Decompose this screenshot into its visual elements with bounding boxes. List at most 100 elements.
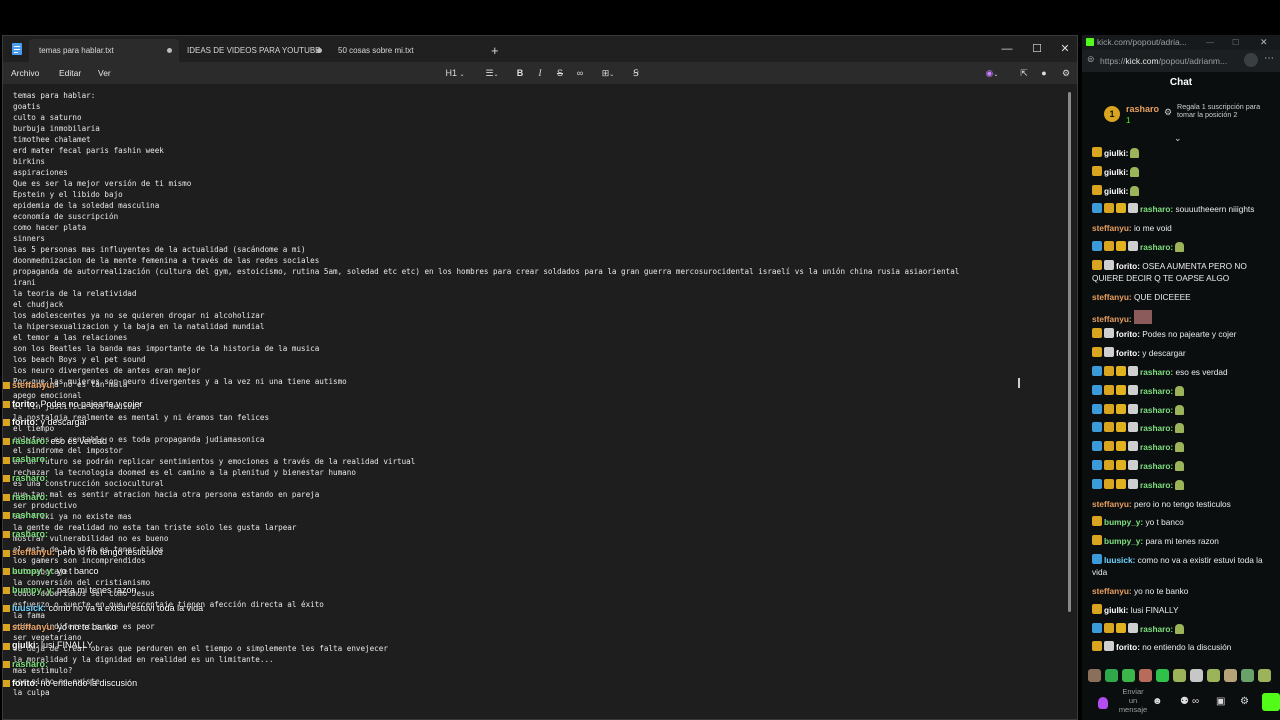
settings-gear-icon[interactable]: ⚙ [1240,696,1249,707]
quick-emote-icon[interactable] [1105,669,1118,682]
rank-badge: 1 [1104,106,1120,122]
quick-emote-icon[interactable] [1156,669,1169,682]
chat-username[interactable]: bumpy_y: [1104,536,1143,546]
chat-badge-icon [1092,622,1102,633]
overlay-chat-line: rasharo: eso es verdad [3,436,107,446]
minimize-button[interactable]: — [1206,35,1214,50]
chat-username[interactable]: steffanyu: [1092,499,1132,509]
chat-username[interactable]: luusick: [1104,555,1135,565]
tab-label: IDEAS DE VIDEOS PARA YOUTUBE [187,46,321,55]
overlay-username: steffanyu: [12,380,56,390]
chat-badge-icon [1092,422,1102,433]
chat-username[interactable]: rasharo: [1140,624,1173,634]
chat-username[interactable]: forito: [1116,329,1140,339]
close-button[interactable]: ✕ [1260,35,1268,50]
tab-ideas-de-videos[interactable]: IDEAS DE VIDEOS PARA YOUTUBE [179,39,329,62]
chat-username[interactable]: rasharo: [1140,367,1173,377]
chat-username[interactable]: rasharo: [1140,242,1173,252]
chat-username[interactable]: rasharo: [1140,461,1173,471]
menu-archivo[interactable]: Archivo [11,62,39,84]
editor-line: culto a saturno [13,113,82,122]
chat-username[interactable]: steffanyu: [1092,292,1132,302]
share-icon[interactable]: ⇱ [1017,65,1031,81]
table-dropdown[interactable]: ⊞⌄ [595,65,621,81]
quick-emote-icon[interactable] [1241,669,1254,682]
expand-chevron-icon[interactable]: ⌄ [1174,133,1182,144]
chat-user-avatar-icon[interactable] [1098,697,1108,709]
chat-username[interactable]: rasharo: [1140,386,1173,396]
chat-username[interactable]: forito: [1116,348,1140,358]
gift-prompt[interactable]: Regala 1 suscripción para tomar la posic… [1177,103,1275,119]
top-gifters-bar: 1 rasharo 1 ⚙ Regala 1 suscripción para … [1082,95,1280,143]
quick-emote-icon[interactable] [1207,669,1220,682]
emoji-icon[interactable]: ☻ [1152,696,1163,707]
people-icon[interactable]: ⚉ [1180,696,1189,707]
strikethrough-icon[interactable]: S [553,65,567,81]
link-icon[interactable]: ∞ [1192,696,1199,707]
vertical-scrollbar[interactable] [1063,84,1077,719]
quick-emote-icon[interactable] [1139,669,1152,682]
overlay-chat-line: rasharo: [3,473,51,483]
minimize-button[interactable]: — [993,36,1021,62]
maximize-button[interactable]: ☐ [1023,36,1051,62]
chat-username[interactable]: steffanyu: [1092,586,1132,596]
settings-gear-icon[interactable]: ⚙ [1059,65,1073,81]
crown-badge-icon [3,568,10,576]
italic-button[interactable]: I [533,65,547,81]
list-dropdown[interactable]: ☰⌄ [479,65,505,81]
chat-text: lusi FINALLY [1128,604,1179,615]
menu-editar[interactable]: Editar [59,62,81,84]
link-icon[interactable]: ∞ [573,65,587,81]
emote-icon [1175,623,1185,634]
chat-input[interactable]: Enviar un mensaje [1118,687,1148,714]
overlay-chat-line: forito: y descargar [3,417,88,427]
chat-username[interactable]: forito: [1116,642,1140,652]
quick-emote-icon[interactable] [1088,669,1101,682]
clear-formatting-icon[interactable]: Ꞩ [629,65,643,81]
chat-username[interactable]: rasharo: [1140,442,1173,452]
overlay-chat-line: bumpy_y: para mi tenes razon [3,585,137,595]
quick-emote-icon[interactable] [1190,669,1203,682]
overlay-chat-line: forito: Podes no pajearte y cojer [3,399,143,409]
chat-username[interactable]: bumpy_y: [1104,517,1143,527]
chat-username[interactable]: giulki: [1104,605,1128,615]
quick-emote-icon[interactable] [1258,669,1271,682]
site-info-icon[interactable]: ⊜ [1087,54,1095,65]
chat-username[interactable]: steffanyu: [1092,314,1132,324]
chat-username[interactable]: steffanyu: [1092,223,1132,233]
chat-username[interactable]: rasharo: [1140,405,1173,415]
chat-username[interactable]: forito: [1116,261,1140,271]
heading-dropdown[interactable]: H1 ⌄ [443,65,467,81]
top-gifter-name[interactable]: rasharo [1126,104,1159,114]
quick-emote-icon[interactable] [1224,669,1237,682]
chat-username[interactable]: rasharo: [1140,480,1173,490]
scrollbar-thumb[interactable] [1068,92,1071,612]
maximize-button[interactable]: ☐ [1232,35,1239,50]
tab-temas-para-hablar[interactable]: temas para hablar.txt [29,39,179,62]
new-tab-button[interactable]: + [491,39,499,62]
crown-badge-icon [3,661,10,669]
send-button[interactable] [1262,693,1280,711]
chat-username[interactable]: rasharo: [1140,204,1173,214]
bold-button[interactable]: B [513,65,527,81]
close-button[interactable]: ✕ [1051,36,1079,62]
chat-username[interactable]: giulki: [1104,167,1128,177]
quick-emote-icon[interactable] [1122,669,1135,682]
text-editor[interactable]: temas para hablar: goatis culto a saturno b… [3,84,1063,719]
tracking-protection-icon[interactable] [1244,53,1258,67]
chevron-down-icon: ⌄ [609,72,615,78]
more-options-icon[interactable]: ⋯ [1264,53,1274,64]
chat-username[interactable]: giulki: [1104,148,1128,158]
copilot-dropdown[interactable]: ◉⌄ [981,65,1003,81]
chat-message: steffanyu: yo no te banko [1092,585,1270,597]
gift-box-icon[interactable]: ▣ [1216,696,1225,707]
quick-emote-icon[interactable] [1173,669,1186,682]
chat-username[interactable]: giulki: [1104,186,1128,196]
editor-line: sinners [13,234,46,243]
address-bar[interactable]: ⊜ https://kick.com/popout/adrianm... ⋯ [1082,50,1280,72]
account-icon[interactable]: ● [1037,65,1051,81]
menu-ver[interactable]: Ver [98,62,111,84]
chat-username[interactable]: rasharo: [1140,423,1173,433]
tab-50-cosas[interactable]: 50 cosas sobre mi.txt [329,39,479,62]
chat-message: giulki: [1092,184,1270,197]
